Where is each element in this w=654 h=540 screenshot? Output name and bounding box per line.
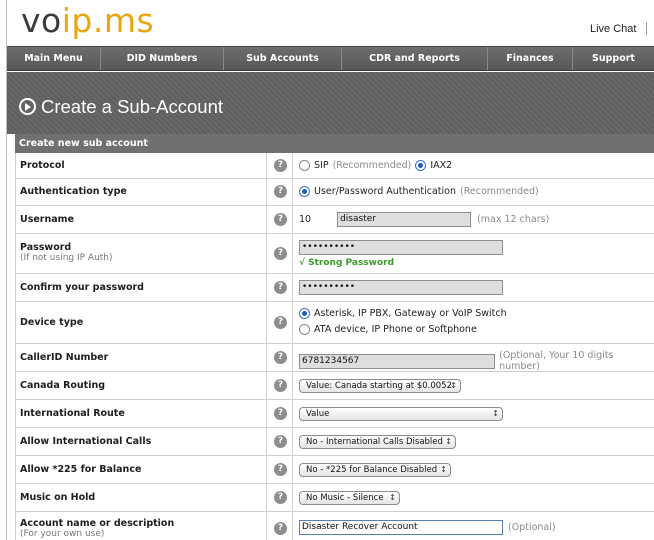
confirm-password-input[interactable]: •••••••••• xyxy=(299,280,503,295)
nav-main-menu[interactable]: Main Menu xyxy=(7,47,101,70)
help-icon[interactable]: ? xyxy=(274,435,287,448)
page-title: Create a Sub-Account xyxy=(41,96,224,117)
row-account-description: Account name or description (For your ow… xyxy=(15,512,654,540)
arrow-circle-icon xyxy=(19,98,36,115)
device-asterisk-label: Asterisk, IP PBX, Gateway or VoIP Switch xyxy=(314,308,507,319)
nav-did-numbers[interactable]: DID Numbers xyxy=(101,47,224,70)
protocol-sip-note: (Recommended) xyxy=(332,160,412,171)
page: voip.ms Live Chat Main Menu DID Numbers … xyxy=(6,0,654,540)
header-divider xyxy=(646,22,647,35)
username-note: (max 12 chars) xyxy=(477,214,550,225)
row-confirm-password: Confirm your password ? •••••••••• xyxy=(15,274,654,302)
account-description-input[interactable]: Disaster Recover Account xyxy=(299,520,503,535)
row-password: Password (If not using IP Auth) ? ••••••… xyxy=(15,234,654,274)
password-label: Password xyxy=(20,242,72,253)
help-icon[interactable]: ? xyxy=(274,159,287,172)
nav-cdr-and-reports[interactable]: CDR and Reports xyxy=(342,47,488,70)
row-auth-type: Authentication type ? User/Password Auth… xyxy=(15,179,654,206)
callerid-label: CallerID Number xyxy=(20,352,109,363)
music-on-hold-select[interactable]: No Music - Silence xyxy=(299,491,400,505)
row-protocol: Protocol ? SIP (Recommended) IAX2 xyxy=(15,153,654,179)
protocol-sip-label: SIP xyxy=(314,160,329,171)
help-icon[interactable]: ? xyxy=(274,213,287,226)
password-sublabel: (If not using IP Auth) xyxy=(20,253,113,263)
protocol-iax2-label: IAX2 xyxy=(430,160,453,171)
create-subaccount-form: Create new sub account Protocol ? SIP (R… xyxy=(15,134,654,540)
nav-finances[interactable]: Finances xyxy=(488,47,573,70)
allow-international-select[interactable]: No - International Calls Disabled xyxy=(299,435,456,449)
row-allow-international: Allow International Calls ? No - Interna… xyxy=(15,428,654,456)
help-icon[interactable]: ? xyxy=(274,491,287,504)
row-username: Username ? 10 disaster (max 12 chars) xyxy=(15,206,654,234)
password-input[interactable]: •••••••••• xyxy=(299,240,503,255)
canada-routing-label: Canada Routing xyxy=(20,380,106,391)
username-input[interactable]: disaster xyxy=(337,212,472,227)
account-description-label: Account name or description xyxy=(20,518,175,529)
international-route-select[interactable]: Value xyxy=(299,407,503,421)
main-nav: Main Menu DID Numbers Sub Accounts CDR a… xyxy=(7,46,654,71)
username-prefix: 10 xyxy=(299,214,312,225)
protocol-label: Protocol xyxy=(20,160,65,171)
header: voip.ms Live Chat xyxy=(7,0,654,44)
row-canada-routing: Canada Routing ? Value: Canada starting … xyxy=(15,372,654,400)
row-international-route: International Route ? Value xyxy=(15,400,654,428)
help-icon[interactable]: ? xyxy=(274,351,287,364)
help-icon[interactable]: ? xyxy=(274,185,287,198)
help-icon[interactable]: ? xyxy=(274,463,287,476)
auth-userpass-label: User/Password Authentication xyxy=(314,186,456,197)
callerid-input[interactable]: 6781234567 xyxy=(299,353,496,369)
confirm-password-label: Confirm your password xyxy=(20,282,144,293)
device-asterisk-radio[interactable] xyxy=(299,308,310,319)
help-icon[interactable]: ? xyxy=(274,316,287,329)
allow-225-label: Allow *225 for Balance xyxy=(20,464,142,475)
account-description-sublabel: (For your own use) xyxy=(20,529,105,539)
device-ata-label: ATA device, IP Phone or Softphone xyxy=(314,324,477,335)
live-chat-link[interactable]: Live Chat xyxy=(590,23,636,35)
auth-userpass-note: (Recommended) xyxy=(460,186,539,197)
row-callerid: CallerID Number ? 6781234567 (Optional, … xyxy=(15,344,654,372)
music-on-hold-label: Music on Hold xyxy=(20,492,96,503)
voipms-logo[interactable]: voip.ms xyxy=(21,2,154,40)
nav-sub-accounts[interactable]: Sub Accounts xyxy=(224,47,342,70)
username-label: Username xyxy=(20,214,75,225)
row-allow-225: Allow *225 for Balance ? No - *225 for B… xyxy=(15,456,654,484)
device-type-label: Device type xyxy=(20,317,84,328)
nav-support[interactable]: Support xyxy=(573,47,654,70)
help-icon[interactable]: ? xyxy=(274,281,287,294)
help-icon[interactable]: ? xyxy=(274,247,287,260)
section-title: Create new sub account xyxy=(15,134,654,153)
canada-routing-select[interactable]: Value: Canada starting at $0.0052 xyxy=(299,379,461,393)
row-device-type: Device type ? Asterisk, IP PBX, Gateway … xyxy=(15,302,654,344)
row-music-on-hold: Music on Hold ? No Music - Silence xyxy=(15,484,654,512)
help-icon[interactable]: ? xyxy=(274,379,287,392)
international-route-label: International Route xyxy=(20,408,125,419)
protocol-sip-radio[interactable] xyxy=(299,160,310,171)
account-description-note: (Optional) xyxy=(508,522,556,533)
auth-type-label: Authentication type xyxy=(20,186,127,197)
allow-225-select[interactable]: No - *225 for Balance Disabled xyxy=(299,463,451,477)
device-ata-radio[interactable] xyxy=(299,324,310,335)
help-icon[interactable]: ? xyxy=(274,407,287,420)
auth-userpass-radio[interactable] xyxy=(299,186,310,197)
allow-international-label: Allow International Calls xyxy=(20,436,152,447)
help-icon[interactable]: ? xyxy=(274,522,287,535)
password-strength: √ Strong Password xyxy=(299,258,395,268)
callerid-note: (Optional, Your 10 digits number) xyxy=(499,350,614,372)
protocol-iax2-radio[interactable] xyxy=(415,160,427,171)
